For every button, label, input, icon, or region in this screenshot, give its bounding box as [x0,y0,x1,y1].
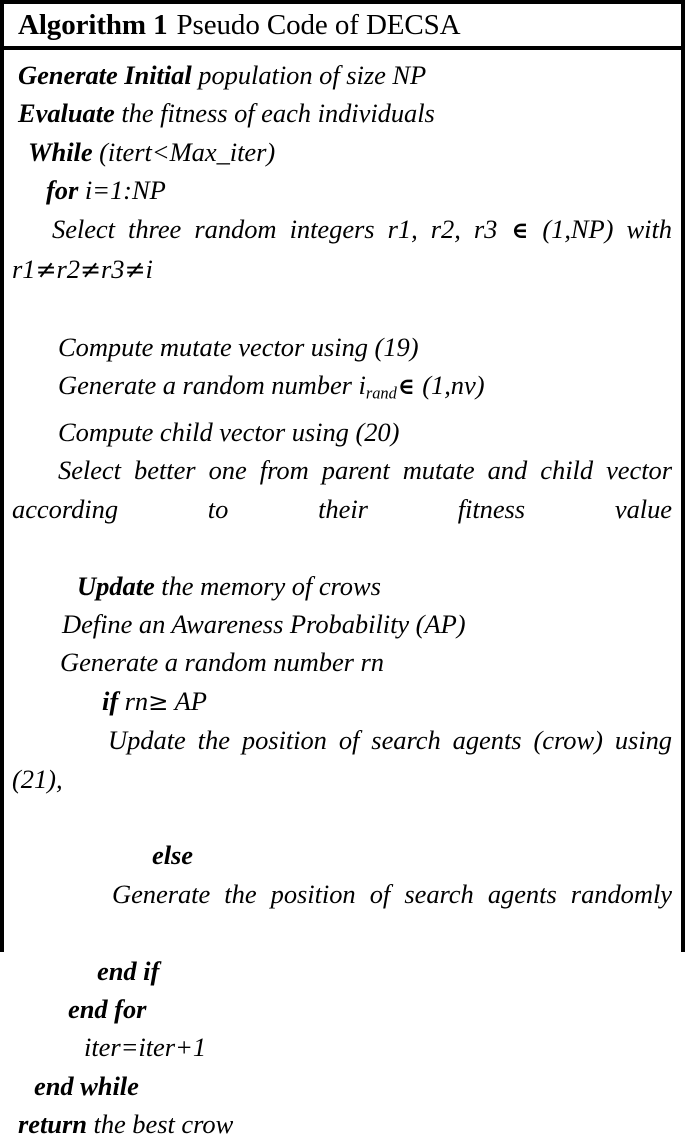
code-line-generate-random-irand: Generate a random number irand∈ (1,nv) [12,366,672,413]
code-line-if-rn-ge-ap: if rn≥ AP [12,682,672,721]
code-text-5d: r3 [101,254,125,285]
code-text-16: Generate the position of search agents r… [112,878,672,909]
not-equal-symbol-2: ≠ [79,255,101,285]
code-text-14: Update the position of search agents (cr… [12,725,672,794]
algorithm-title: Pseudo Code of DECSA [176,8,461,41]
not-equal-symbol-1: ≠ [35,255,57,285]
code-line-select-random-integers: Select three random integers r1, r2, r3 … [12,210,672,328]
code-text-21: the best crow [86,1109,234,1140]
code-text-13b: AP [168,685,207,716]
code-line-end-while: end while [12,1067,672,1105]
code-text-6: Compute mutate vector using (19) [58,331,419,362]
keyword-if: if [102,685,119,716]
code-line-evaluate: Evaluate the fitness of each individuals [12,94,672,132]
member-of-symbol: ∈ [511,217,529,244]
code-line-generate-random-rn: Generate a random number rn [12,643,672,681]
code-line-generate-initial: Generate Initial population of size NP [12,56,672,94]
code-line-else: else [12,836,672,874]
keyword-generate-initial: Generate Initial [18,60,192,90]
member-of-symbol-2: ∈ [397,374,415,401]
code-line-update-position-crow: Update the position of search agents (cr… [12,721,672,836]
code-text-7b: (1,nv) [415,370,485,401]
code-text-13a: rn [118,685,149,716]
code-text-2: the fitness of each individuals [114,98,435,129]
code-text-10: the memory of crows [154,570,381,601]
code-text-11: Define an Awareness Probability (AP) [62,608,466,639]
algorithm-box: Algorithm 1 Pseudo Code of DECSA Generat… [0,0,685,1144]
keyword-for: for [46,175,79,206]
keyword-end-for: end for [68,994,147,1025]
code-line-while: While (itert<Max_iter) [12,133,672,171]
code-text-8: Compute child vector using (20) [58,416,400,447]
code-line-return-best-crow: return the best crow [12,1105,672,1143]
code-line-update-memory: Update the memory of crows [12,567,672,605]
code-text-7a: Generate a random number i [58,370,366,401]
code-text-12: Generate a random number rn [60,647,384,678]
code-line-define-awareness-probability: Define an Awareness Probability (AP) [12,605,672,643]
code-text-9: Select better one from parent mutate and… [12,455,672,524]
code-line-iter-increment: iter=iter+1 [12,1028,672,1066]
code-text-19: iter=iter+1 [84,1032,207,1063]
keyword-evaluate: Evaluate [18,98,115,129]
code-text-5a: Select three random integers r1, r2, r3 [52,213,511,244]
code-text-4: i=1:NP [78,175,166,206]
code-text-3: (itert<Max_iter) [92,136,276,167]
keyword-end-if: end if [97,955,160,986]
keyword-update: Update [77,570,155,601]
subscript-rand: rand [365,383,397,403]
keyword-else: else [152,840,193,871]
code-text-1: population of size NP [191,60,427,90]
not-equal-symbol-3: ≠ [124,255,146,285]
code-line-compute-mutate-vector: Compute mutate vector using (19) [12,328,672,366]
algorithm-number-label: Algorithm 1 [18,8,168,41]
code-line-generate-position-randomly: Generate the position of search agents r… [12,875,672,952]
code-line-compute-child-vector: Compute child vector using (20) [12,413,672,451]
keyword-return: return [18,1109,87,1140]
code-line-end-if: end if [12,952,672,990]
algorithm-body: Generate Initial population of size NP E… [4,50,681,1144]
keyword-while: While [28,136,93,167]
code-line-end-for: end for [12,990,672,1028]
code-line-for: for i=1:NP [12,171,672,209]
algorithm-header: Algorithm 1 Pseudo Code of DECSA [4,4,681,50]
code-line-select-better-one: Select better one from parent mutate and… [12,451,672,566]
greater-equal-symbol: ≥ [148,686,169,716]
keyword-end-while: end while [34,1070,139,1101]
code-text-5c: r2 [56,254,81,285]
code-text-5e: i [145,254,153,285]
